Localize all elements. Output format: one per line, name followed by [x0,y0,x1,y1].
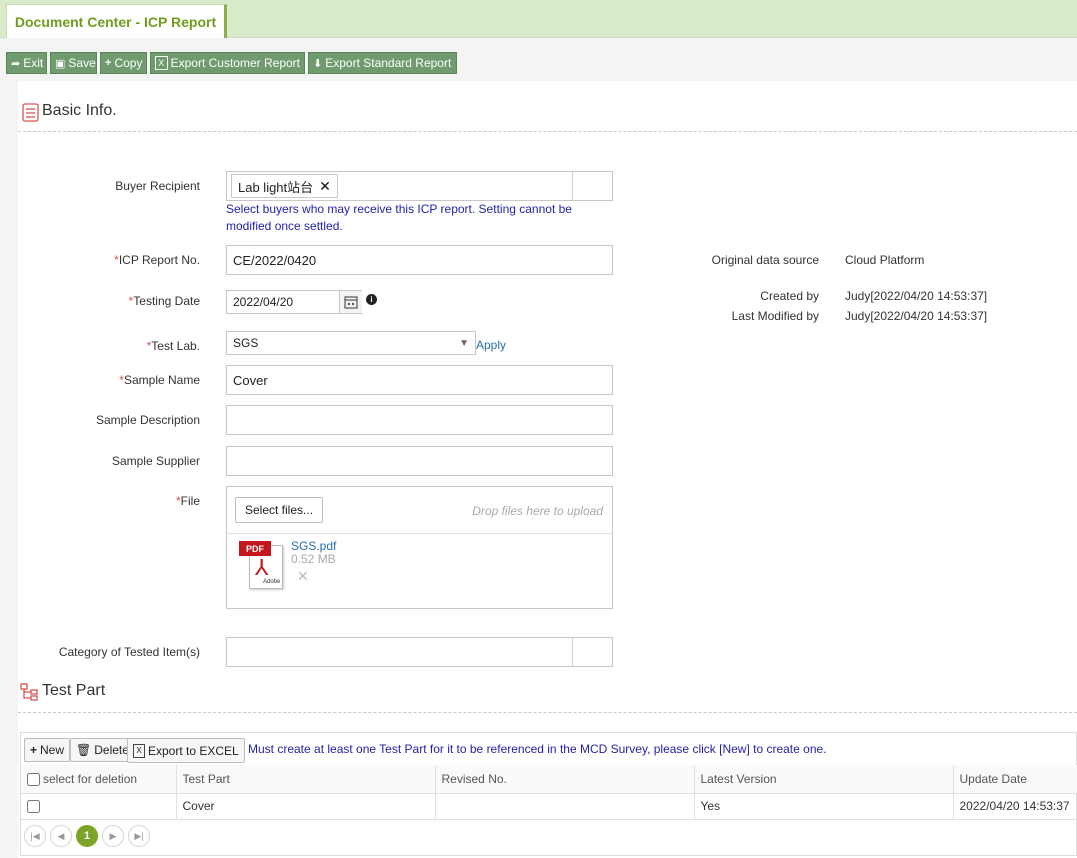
excel-icon: X [155,56,168,70]
test-part-table: select for deletion Test Part Revised No… [21,765,1077,820]
revised-header[interactable]: Revised No. [435,765,695,794]
excel-icon: X [133,743,145,758]
pdf-file-icon: PDF ⅄ Adobe [239,541,285,589]
test-part-notice: Must create at least one Test Part for i… [248,742,827,756]
info-icon[interactable]: i [366,294,377,305]
plus-icon: + [105,57,112,69]
exit-button[interactable]: ➦ Exit [6,52,47,74]
chevron-down-icon: ▼ [459,337,469,349]
update-header[interactable]: Update Date [953,765,1077,794]
last-page-button[interactable]: ▶| [128,825,150,847]
file-upload-box: Select files... Drop files here to uploa… [226,486,613,609]
delete-button[interactable]: 🗑 Delete [70,738,135,762]
buyer-recipient-label: Buyer Recipient [115,179,200,193]
row-checkbox[interactable] [27,800,40,814]
latest-cell: Yes [694,793,954,820]
field-separator [572,172,573,200]
drop-hint: Drop files here to upload [472,504,603,518]
test-part-title: Test Part [42,682,106,699]
table-header: select for deletion Test Part Revised No… [21,765,1077,794]
upload-divider [227,533,612,534]
test-lab-select[interactable]: SGS ▼ [226,331,476,355]
buyer-recipient-hint: Select buyers who may receive this ICP r… [226,202,572,233]
download-icon: ⬇ [313,57,323,70]
test-part-grid: + New 🗑 Delete X Export to EXCEL Must crea… [20,732,1077,856]
test-part-header[interactable]: Test Part [176,765,436,794]
test-part-link[interactable]: Cover [176,793,436,820]
modified-value: Judy[2022/04/20 14:53:37] [845,309,988,323]
field-separator [572,638,573,666]
category-field[interactable] [226,637,613,667]
file-name-link[interactable]: SGS.pdf [291,539,336,553]
tab-icp-report[interactable]: Document Center - ICP Report [6,4,227,39]
file-size: 0.52 MB [291,552,336,566]
plus-icon: + [30,743,38,757]
table-row: Cover Yes 2022/04/20 14:53:37 [21,793,1077,820]
save-button[interactable]: ▣ Save [50,52,97,74]
sample-name-label: *Sample Name [119,373,200,387]
created-value: Judy[2022/04/20 14:53:37] [845,289,988,303]
icp-report-no-input[interactable]: CE/2022/0420 [226,245,613,275]
export-customer-report-button[interactable]: X Export Customer Report [150,52,305,74]
exit-icon: ➦ [11,57,21,70]
next-page-button[interactable]: ▶ [102,825,124,847]
first-page-button[interactable]: |◀ [24,825,46,847]
list-icon [22,103,39,122]
category-label: Category of Tested Item(s) [58,645,200,659]
sample-name-input[interactable]: Cover [226,365,613,395]
icp-report-no-label: *ICP Report No. [114,253,200,267]
select-all-checkbox[interactable] [27,772,40,786]
apply-link[interactable]: Apply [476,338,506,352]
calendar-icon[interactable] [339,291,362,313]
export-standard-report-button[interactable]: ⬇ Export Standard Report [308,52,457,74]
basic-info-title: Basic Info. [42,102,117,119]
source-value: Cloud Platform [845,253,925,267]
sample-description-label: Sample Description [95,413,200,427]
export-excel-button[interactable]: X Export to EXCEL [127,738,245,763]
remove-chip-icon[interactable]: ✕ [319,178,331,195]
latest-header[interactable]: Latest Version [694,765,954,794]
divider [18,712,1077,713]
source-label: Original data source [711,253,819,267]
page-button-current[interactable]: 1 [76,825,98,847]
revised-cell [435,793,695,820]
select-files-button[interactable]: Select files... [235,497,324,523]
testing-date-label: *Testing Date [128,294,200,308]
sample-supplier-label: Sample Supplier [111,454,200,468]
buyer-chip: Lab light站台 ✕ [231,174,338,198]
prev-page-button[interactable]: ◀ [50,825,72,847]
remove-file-icon[interactable]: ✕ [297,568,309,585]
copy-button[interactable]: + Copy [100,52,147,74]
test-lab-label: *Test Lab. [146,339,200,353]
trash-icon: 🗑 [76,743,92,757]
sample-description-input[interactable] [226,405,613,435]
divider [18,131,1077,132]
file-label: *File [175,494,200,508]
new-button[interactable]: + New [24,738,71,762]
select-header: select for deletion [21,765,177,794]
tree-icon [20,683,39,702]
modified-label: Last Modified by [731,309,819,323]
save-icon: ▣ [55,57,66,70]
update-cell: 2022/04/20 14:53:37 [953,793,1077,820]
toolbar: ➦ Exit ▣ Save + Copy X Export Customer Repor… [0,38,1077,81]
buyer-recipient-field[interactable]: Lab light站台 ✕ [226,171,613,201]
sample-supplier-input[interactable] [226,446,613,476]
created-label: Created by [760,289,819,303]
pager: |◀ ◀ 1 ▶ ▶| [24,825,150,847]
